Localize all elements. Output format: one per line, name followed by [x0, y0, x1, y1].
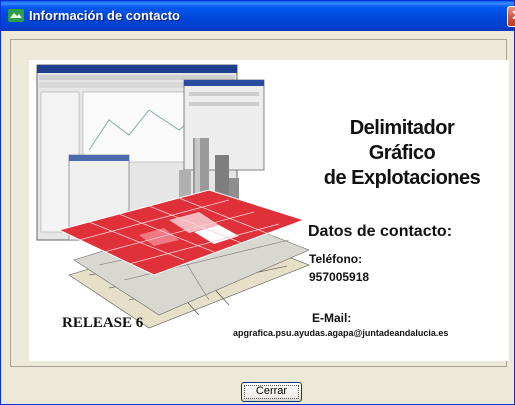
contact-info-dialog: Información de contacto ✕: [0, 0, 515, 405]
contact-heading: Datos de contacto:: [308, 223, 453, 240]
release-label: RELEASE 6: [62, 315, 144, 331]
close-icon: ✕: [511, 7, 515, 24]
email-value: apgrafica.psu.ayudas.agapa@juntadeandalu…: [233, 328, 449, 338]
splash-panel: Delimitador Gráfico de Explotaciones Dat…: [29, 60, 509, 361]
email-label: E-Mail:: [312, 311, 352, 325]
product-title: Delimitador Gráfico de Explotaciones: [317, 116, 487, 191]
window-title: Información de contacto: [29, 8, 180, 23]
phone-label: Teléfono:: [309, 252, 363, 266]
close-button[interactable]: Cerrar: [241, 382, 302, 402]
close-window-button[interactable]: ✕: [507, 6, 515, 27]
title-bar[interactable]: Información de contacto ✕: [1, 1, 515, 31]
phone-value: 957005918: [309, 270, 370, 284]
product-title-line1: Delimitador Gráfico: [349, 117, 455, 164]
app-icon: [8, 9, 24, 22]
product-title-line2: de Explotaciones: [323, 167, 481, 189]
